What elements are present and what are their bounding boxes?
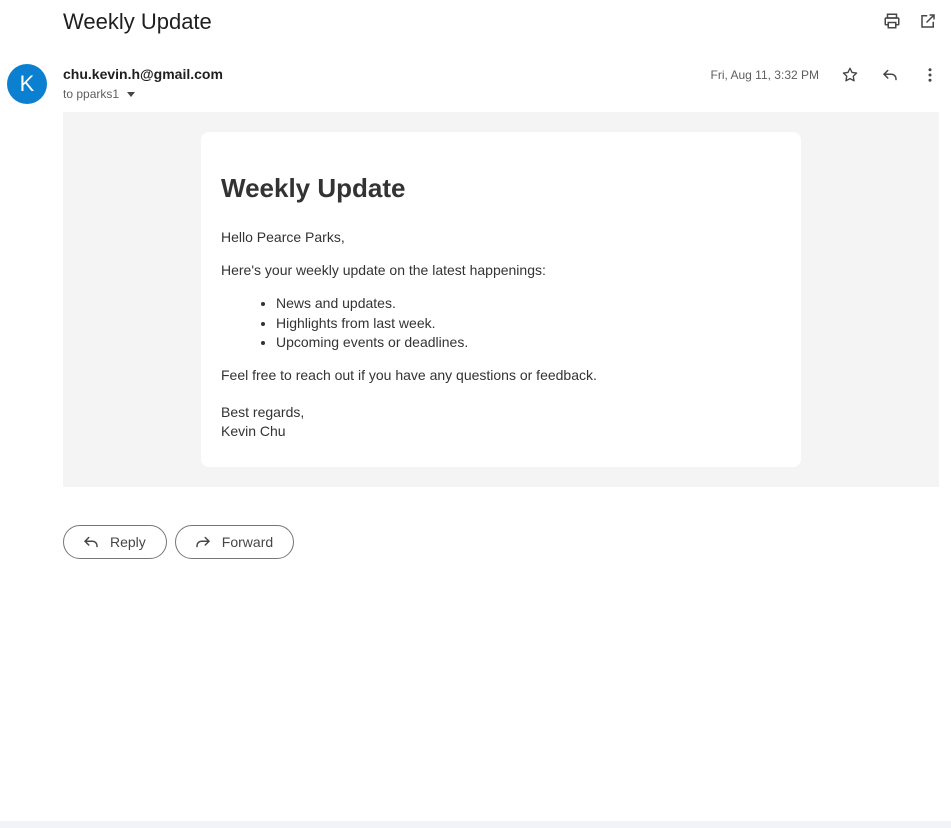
avatar[interactable]: K — [7, 64, 47, 104]
list-item: Upcoming events or deadlines. — [276, 333, 781, 353]
recipient-details-toggle[interactable]: to pparks1 — [63, 87, 136, 101]
recipient-label: to pparks1 — [63, 87, 120, 101]
forward-icon — [196, 536, 210, 548]
forward-button[interactable]: Forward — [174, 525, 295, 559]
closing-text: Feel free to reach out if you have any q… — [221, 366, 597, 383]
list-item: Highlights from last week. — [276, 314, 781, 334]
message-date: Fri, Aug 11, 3:32 PM — [710, 68, 820, 82]
bottom-divider — [0, 821, 951, 828]
star-icon[interactable] — [839, 64, 861, 86]
print-icon[interactable] — [881, 10, 903, 32]
open-in-new-icon[interactable] — [917, 10, 939, 32]
list-item: News and updates. — [276, 294, 781, 314]
body-heading: Weekly Update — [221, 173, 406, 203]
sender-email[interactable]: chu.kevin.h@gmail.com — [63, 66, 223, 82]
reply-label: Reply — [110, 534, 146, 550]
reply-icon — [84, 536, 98, 548]
email-view: Weekly Update K chu.kevin.h@gmail.com to… — [0, 0, 951, 828]
email-subject: Weekly Update — [63, 9, 212, 34]
intro-text: Here's your weekly update on the latest … — [221, 262, 546, 278]
chevron-down-icon — [127, 92, 136, 97]
header-toolbar — [881, 10, 939, 32]
forward-label: Forward — [221, 534, 274, 550]
signoff: Best regards, — [221, 403, 305, 420]
signature-name: Kevin Chu — [221, 422, 286, 439]
reply-button[interactable]: Reply — [63, 525, 167, 559]
message-actions: Fri, Aug 11, 3:32 PM — [711, 64, 942, 86]
email-body-card: Weekly Update Hello Pearce Parks, Here's… — [201, 132, 801, 467]
more-vert-icon[interactable] — [919, 64, 941, 86]
reply-icon[interactable] — [879, 64, 901, 86]
signature-block: Best regards, Kevin Chu — [221, 403, 781, 441]
update-list: News and updates. Highlights from last w… — [221, 294, 781, 353]
reply-actions: Reply Forward — [63, 525, 295, 559]
greeting: Hello Pearce Parks, — [221, 229, 345, 245]
